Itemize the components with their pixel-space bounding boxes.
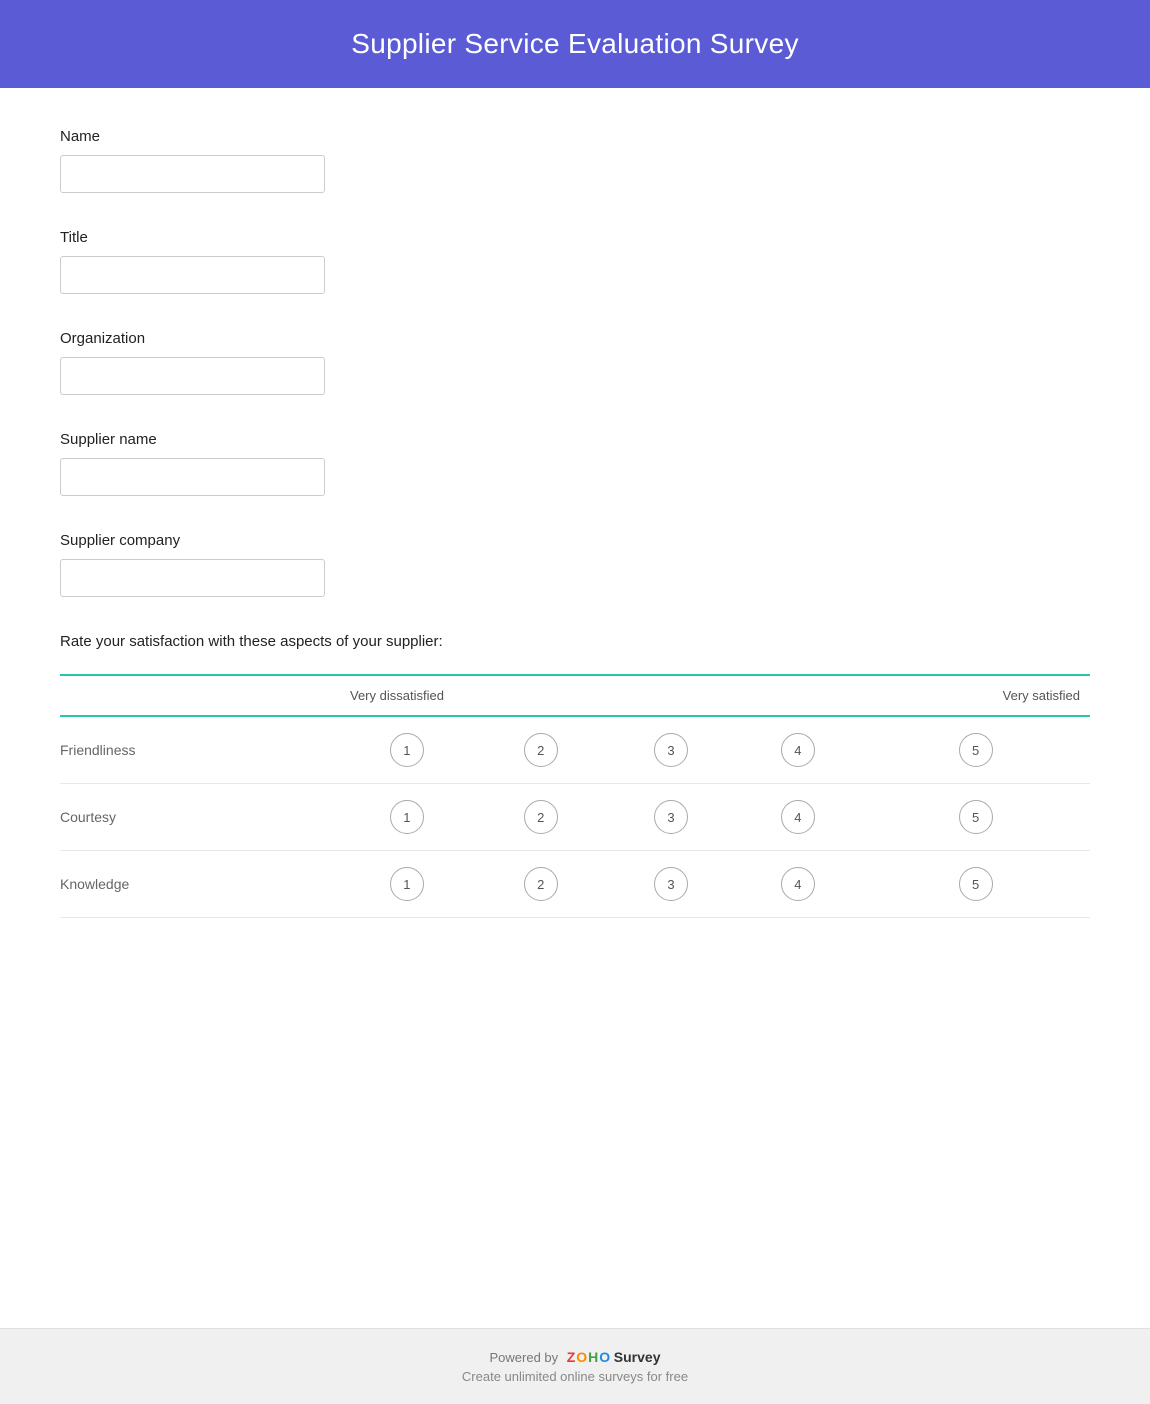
rating-cell-friendliness-5[interactable]: 5 — [861, 716, 1090, 784]
zoho-o2: O — [599, 1349, 610, 1365]
supplier-company-input[interactable] — [60, 559, 325, 597]
title-label: Title — [60, 229, 1090, 246]
rating-table: Very dissatisfied Very satisfied Friendl… — [60, 674, 1090, 918]
radio-option-5[interactable]: 5 — [959, 867, 993, 901]
rating-cell-friendliness-4[interactable]: 4 — [734, 716, 861, 784]
rating-heading: Rate your satisfaction with these aspect… — [60, 633, 1090, 650]
th-aspect — [60, 675, 340, 716]
page-title: Supplier Service Evaluation Survey — [20, 28, 1130, 60]
rating-cell-courtesy-3[interactable]: 3 — [608, 784, 735, 851]
organization-label: Organization — [60, 330, 1090, 347]
row-label-knowledge: Knowledge — [60, 851, 340, 918]
rating-cell-courtesy-1[interactable]: 1 — [340, 784, 474, 851]
zoho-h: H — [588, 1349, 598, 1365]
organization-field-group: Organization — [60, 330, 1090, 395]
radio-option-2[interactable]: 2 — [524, 800, 558, 834]
supplier-name-input[interactable] — [60, 458, 325, 496]
supplier-company-field-group: Supplier company — [60, 532, 1090, 597]
radio-option-1[interactable]: 1 — [390, 800, 424, 834]
rating-section: Rate your satisfaction with these aspect… — [60, 633, 1090, 918]
rating-cell-friendliness-3[interactable]: 3 — [608, 716, 735, 784]
organization-input[interactable] — [60, 357, 325, 395]
radio-option-4[interactable]: 4 — [781, 733, 815, 767]
rating-cell-courtesy-4[interactable]: 4 — [734, 784, 861, 851]
page-header: Supplier Service Evaluation Survey — [0, 0, 1150, 88]
rating-cell-knowledge-2[interactable]: 2 — [474, 851, 608, 918]
row-label-courtesy: Courtesy — [60, 784, 340, 851]
zoho-logo: ZOHO — [562, 1349, 610, 1365]
powered-by-text: Powered by ZOHO Survey — [20, 1349, 1130, 1365]
rating-cell-knowledge-4[interactable]: 4 — [734, 851, 861, 918]
rating-cell-courtesy-5[interactable]: 5 — [861, 784, 1090, 851]
radio-option-3[interactable]: 3 — [654, 867, 688, 901]
th-mid1 — [608, 675, 735, 716]
name-label: Name — [60, 128, 1090, 145]
th-mid2 — [734, 675, 861, 716]
th-very-satisfied: Very satisfied — [861, 675, 1090, 716]
name-input[interactable] — [60, 155, 325, 193]
survey-label: Survey — [614, 1349, 661, 1365]
row-label-friendliness: Friendliness — [60, 716, 340, 784]
radio-option-3[interactable]: 3 — [654, 733, 688, 767]
rating-cell-friendliness-2[interactable]: 2 — [474, 716, 608, 784]
name-field-group: Name — [60, 128, 1090, 193]
radio-option-5[interactable]: 5 — [959, 733, 993, 767]
powered-by-label: Powered by — [490, 1350, 559, 1365]
radio-option-4[interactable]: 4 — [781, 800, 815, 834]
rating-cell-knowledge-3[interactable]: 3 — [608, 851, 735, 918]
rating-cell-friendliness-1[interactable]: 1 — [340, 716, 474, 784]
rating-cell-knowledge-5[interactable]: 5 — [861, 851, 1090, 918]
rating-table-header-row: Very dissatisfied Very satisfied — [60, 675, 1090, 716]
radio-option-1[interactable]: 1 — [390, 733, 424, 767]
main-content: Name Title Organization Supplier name Su… — [0, 88, 1150, 1328]
supplier-name-field-group: Supplier name — [60, 431, 1090, 496]
zoho-o1: O — [576, 1349, 587, 1365]
supplier-name-label: Supplier name — [60, 431, 1090, 448]
rating-cell-knowledge-1[interactable]: 1 — [340, 851, 474, 918]
radio-option-2[interactable]: 2 — [524, 867, 558, 901]
radio-option-2[interactable]: 2 — [524, 733, 558, 767]
rating-table-row: Knowledge 1 2 3 4 5 — [60, 851, 1090, 918]
radio-option-4[interactable]: 4 — [781, 867, 815, 901]
footer-tagline: Create unlimited online surveys for free — [20, 1369, 1130, 1384]
radio-option-5[interactable]: 5 — [959, 800, 993, 834]
rating-cell-courtesy-2[interactable]: 2 — [474, 784, 608, 851]
rating-table-row: Courtesy 1 2 3 4 5 — [60, 784, 1090, 851]
radio-option-3[interactable]: 3 — [654, 800, 688, 834]
th-very-dissatisfied: Very dissatisfied — [340, 675, 608, 716]
rating-table-row: Friendliness 1 2 3 4 5 — [60, 716, 1090, 784]
supplier-company-label: Supplier company — [60, 532, 1090, 549]
page-footer: Powered by ZOHO Survey Create unlimited … — [0, 1328, 1150, 1404]
title-input[interactable] — [60, 256, 325, 294]
radio-option-1[interactable]: 1 — [390, 867, 424, 901]
zoho-z: Z — [567, 1349, 576, 1365]
title-field-group: Title — [60, 229, 1090, 294]
